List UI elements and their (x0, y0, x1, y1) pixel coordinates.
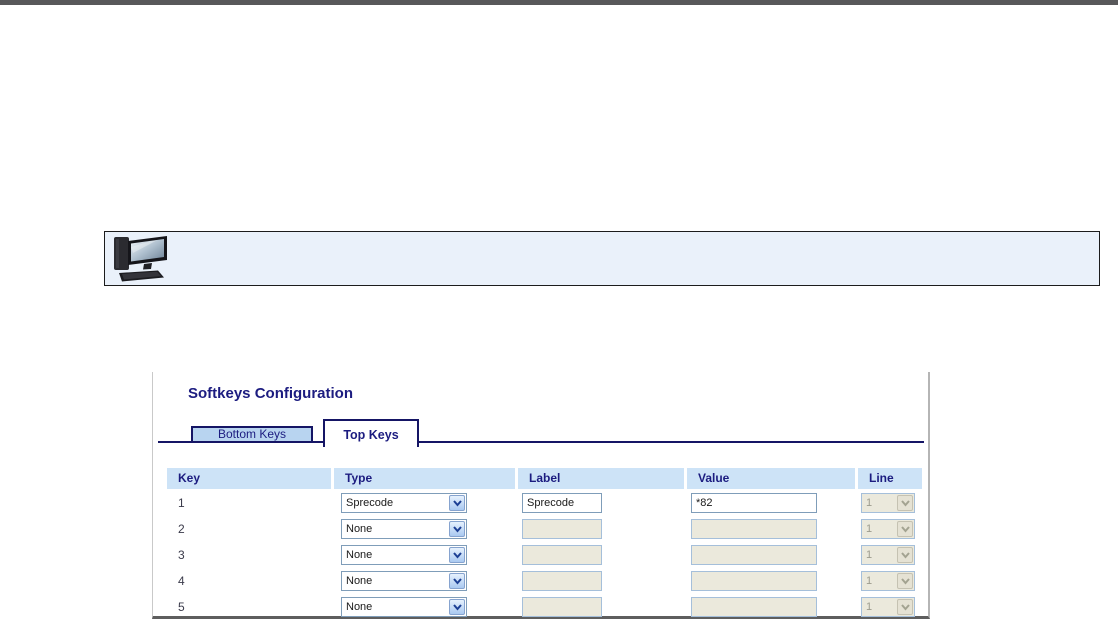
table-row: 5 None 1 (153, 597, 931, 619)
line-select-value: 1 (866, 520, 895, 538)
type-select-value: None (346, 572, 447, 590)
chevron-down-icon (897, 573, 913, 589)
line-select-value: 1 (866, 572, 895, 590)
document-page: Softkeys Configuration Bottom Keys Top K… (0, 0, 1118, 627)
key-number: 4 (178, 574, 185, 588)
chevron-down-icon (897, 599, 913, 615)
column-header-type: Type (334, 468, 515, 489)
type-select-value: Sprecode (346, 494, 447, 512)
type-select-value: None (346, 598, 447, 616)
label-input (522, 597, 602, 617)
chevron-down-icon (449, 521, 465, 537)
column-header-value: Value (687, 468, 855, 489)
type-select[interactable]: None (341, 597, 467, 617)
section-title: Softkeys Configuration (188, 385, 353, 402)
label-input (522, 545, 602, 565)
value-input[interactable] (691, 493, 817, 513)
type-select[interactable]: Sprecode (341, 493, 467, 513)
type-select[interactable]: None (341, 571, 467, 591)
chevron-down-icon (449, 573, 465, 589)
table-row: 3 None 1 (153, 545, 931, 567)
line-select-value: 1 (866, 598, 895, 616)
table-row: 2 None 1 (153, 519, 931, 541)
line-select: 1 (861, 519, 915, 539)
key-number: 5 (178, 600, 185, 614)
tab-top-keys[interactable]: Top Keys (323, 419, 419, 447)
note-box (104, 231, 1100, 286)
desktop-computer-icon (111, 234, 175, 284)
softkeys-configuration-panel: Softkeys Configuration Bottom Keys Top K… (152, 372, 930, 619)
chevron-down-icon (449, 495, 465, 511)
type-select[interactable]: None (341, 519, 467, 539)
value-input (691, 597, 817, 617)
chevron-down-icon (897, 495, 913, 511)
label-input (522, 519, 602, 539)
chevron-down-icon (449, 599, 465, 615)
chevron-down-icon (449, 547, 465, 563)
key-number: 3 (178, 548, 185, 562)
top-divider-bar (0, 0, 1118, 5)
line-select-value: 1 (866, 546, 895, 564)
value-input (691, 545, 817, 565)
label-input[interactable] (522, 493, 602, 513)
line-select-value: 1 (866, 494, 895, 512)
line-select: 1 (861, 493, 915, 513)
label-input (522, 571, 602, 591)
table-row: 4 None 1 (153, 571, 931, 593)
key-number: 1 (178, 496, 185, 510)
table-row: 1 Sprecode 1 (153, 493, 931, 515)
chevron-down-icon (897, 547, 913, 563)
type-select-value: None (346, 546, 447, 564)
value-input (691, 519, 817, 539)
column-header-label: Label (518, 468, 684, 489)
line-select: 1 (861, 571, 915, 591)
tab-bottom-keys[interactable]: Bottom Keys (191, 426, 313, 443)
chevron-down-icon (897, 521, 913, 537)
line-select: 1 (861, 545, 915, 565)
column-header-line: Line (858, 468, 922, 489)
line-select: 1 (861, 597, 915, 617)
value-input (691, 571, 817, 591)
type-select[interactable]: None (341, 545, 467, 565)
type-select-value: None (346, 520, 447, 538)
column-header-key: Key (167, 468, 331, 489)
key-number: 2 (178, 522, 185, 536)
